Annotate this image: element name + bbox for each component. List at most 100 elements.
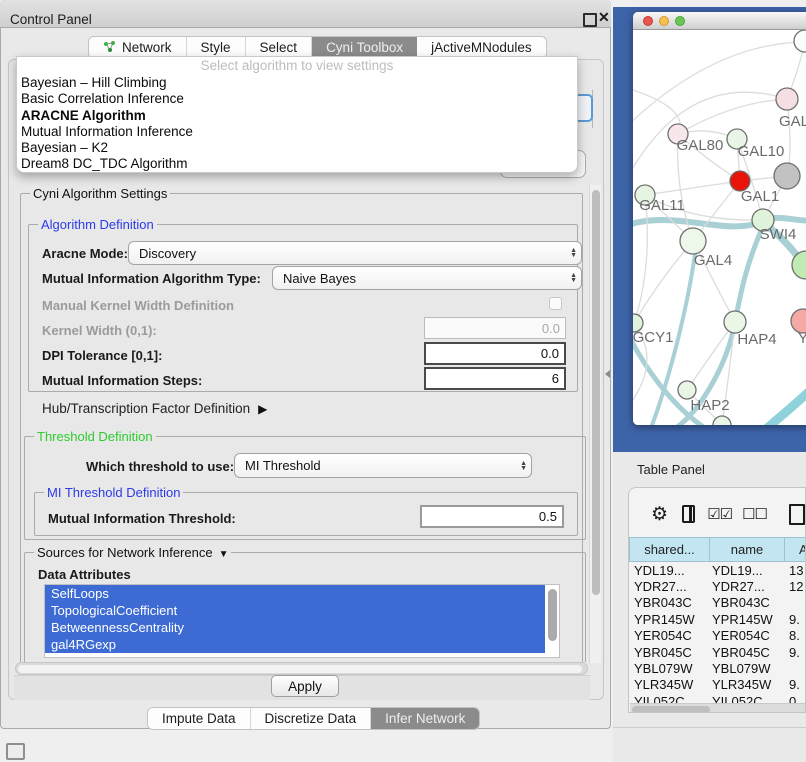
mi-algorithm-type-select[interactable]: Naive Bayes ▲▼ xyxy=(272,266,582,290)
table-horizontal-scrollbar[interactable] xyxy=(630,703,806,713)
tab-impute-data[interactable]: Impute Data xyxy=(148,708,251,729)
window-zoom-traffic-light[interactable] xyxy=(675,16,685,26)
tab-jactivemnodules[interactable]: jActiveMNodules xyxy=(417,37,546,58)
table-cell: YPR145W xyxy=(710,612,785,627)
table-cell: YBR045C xyxy=(710,645,785,660)
settings-vertical-scrollbar-thumb[interactable] xyxy=(592,190,600,595)
mi-threshold-label: Mutual Information Threshold: xyxy=(48,511,236,526)
table-panel-bottom-edge xyxy=(613,727,806,728)
network-node-label: Y xyxy=(798,330,806,347)
window-close-traffic-light[interactable] xyxy=(643,16,653,26)
table-row[interactable]: YLR345WYLR345W9. xyxy=(629,677,806,693)
tab-jactivemnodules-label: jActiveMNodules xyxy=(431,40,532,55)
settings-horizontal-scrollbar-thumb[interactable] xyxy=(18,665,582,673)
table-rows[interactable]: YDL19...YDL19...13YDR27...YDR27...12YBR0… xyxy=(629,562,806,703)
mi-threshold-field[interactable]: 0.5 xyxy=(420,505,564,528)
network-edge[interactable] xyxy=(633,92,787,178)
network-edge[interactable] xyxy=(633,42,803,126)
close-icon[interactable]: ✕ xyxy=(598,9,610,26)
table-panel-title: Table Panel xyxy=(637,462,705,477)
table-row[interactable]: YPR145WYPR145W9. xyxy=(629,611,806,627)
algorithm-option[interactable]: Basic Correlation Inference xyxy=(17,91,577,107)
deselect-all-checkboxes-icon[interactable]: ☐☐ xyxy=(742,505,767,523)
column-header-shared[interactable]: shared... xyxy=(629,537,710,562)
attribute-item[interactable]: gal4RGexp xyxy=(45,636,545,653)
table-cell: YBL079W xyxy=(710,661,785,676)
attribute-list[interactable]: SelfLoopsTopologicalCoefficientBetweenne… xyxy=(44,584,560,658)
table-cell: YBR045C xyxy=(629,645,710,660)
network-node-label: HAP2 xyxy=(690,397,729,414)
gear-icon[interactable]: ⚙ xyxy=(651,503,668,526)
cyni-mode-tabs: Impute Data Discretize Data Infer Networ… xyxy=(147,707,480,730)
table-row[interactable]: YIL052CYIL052C0. xyxy=(629,693,806,703)
attribute-item[interactable]: SelfLoops xyxy=(45,585,545,602)
network-node[interactable] xyxy=(680,228,706,254)
tab-style[interactable]: Style xyxy=(187,37,246,58)
table-row[interactable]: YBR045CYBR045C9. xyxy=(629,644,806,660)
table-cell: YER054C xyxy=(710,628,785,643)
network-node[interactable] xyxy=(724,311,746,333)
tab-discretize-data[interactable]: Discretize Data xyxy=(251,708,372,729)
attribute-item[interactable]: TopologicalCoefficient xyxy=(45,602,545,619)
apply-button[interactable]: Apply xyxy=(271,675,339,697)
window-minimize-traffic-light[interactable] xyxy=(659,16,669,26)
manual-kernel-width-checkbox[interactable] xyxy=(549,297,562,310)
table-row[interactable]: YER054CYER054C8. xyxy=(629,628,806,644)
tab-network[interactable]: Network xyxy=(89,37,187,58)
hub-tf-definition-toggle[interactable]: Hub/Transcription Factor Definition▶ xyxy=(42,401,267,416)
aracne-mode-value: Discovery xyxy=(139,246,196,261)
mi-steps-field[interactable]: 6 xyxy=(424,367,566,390)
network-node[interactable] xyxy=(713,416,731,425)
network-edge[interactable] xyxy=(645,181,740,195)
column-layout-icon[interactable] xyxy=(682,505,695,523)
mi-steps-label: Mutual Information Steps: xyxy=(42,373,202,388)
column-header-name[interactable]: name xyxy=(710,537,785,562)
algorithm-option[interactable]: Mutual Information Inference xyxy=(17,124,577,140)
attribute-list-scrollbar[interactable] xyxy=(548,589,557,641)
network-edge[interactable] xyxy=(743,382,806,425)
tab-select[interactable]: Select xyxy=(246,37,313,58)
table-row[interactable]: YBR043CYBR043C xyxy=(629,595,806,611)
expanded-arrow-icon: ▼ xyxy=(219,549,229,560)
aracne-mode-select[interactable]: Discovery ▲▼ xyxy=(128,241,582,265)
float-window-icon[interactable] xyxy=(583,13,597,27)
column-header-clipped[interactable]: A xyxy=(785,537,806,562)
collapsed-panel-icon[interactable] xyxy=(6,743,25,760)
table-cell: 13 xyxy=(785,563,806,578)
document-icon[interactable] xyxy=(789,504,805,525)
table-row[interactable]: YDR27...YDR27...12 xyxy=(629,578,806,594)
table-cell: YLR345W xyxy=(710,677,785,692)
tab-cyni-toolbox[interactable]: Cyni Toolbox xyxy=(312,37,417,58)
table-horizontal-scrollbar-thumb[interactable] xyxy=(632,706,710,714)
algorithm-option[interactable]: ARACNE Algorithm xyxy=(17,108,577,124)
network-node[interactable] xyxy=(794,30,806,52)
which-threshold-select[interactable]: MI Threshold ▲▼ xyxy=(234,453,532,478)
algorithm-option[interactable]: Bayesian – K2 xyxy=(17,140,577,156)
network-view-window[interactable]: GAL7GAL80GAL10GAL1GAL11SWI4GAL4GCY1HAP4Y… xyxy=(633,12,806,425)
select-all-checkboxes-icon[interactable]: ☑☑ xyxy=(707,505,732,523)
tab-discretize-data-label: Discretize Data xyxy=(265,711,357,726)
sources-group-title[interactable]: Sources for Network Inference ▼ xyxy=(34,545,231,560)
algorithm-option[interactable]: Bayesian – Hill Climbing xyxy=(17,75,577,91)
stepper-arrows-icon: ▲▼ xyxy=(570,273,577,283)
panel-splitter-arrow-icon[interactable] xyxy=(605,370,610,378)
table-row[interactable]: YDL19...YDL19...13 xyxy=(629,562,806,578)
collapsed-arrow-icon: ▶ xyxy=(258,402,267,416)
dpi-tolerance-field[interactable]: 0.0 xyxy=(424,342,566,365)
network-node[interactable] xyxy=(774,163,800,189)
network-canvas-container[interactable]: GAL7GAL80GAL10GAL1GAL11SWI4GAL4GCY1HAP4Y… xyxy=(633,30,806,425)
sources-group-title-label: Sources for Network Inference xyxy=(37,545,213,560)
network-node[interactable] xyxy=(776,88,798,110)
tab-infer-network[interactable]: Infer Network xyxy=(371,708,479,729)
settings-horizontal-scrollbar[interactable] xyxy=(15,662,588,675)
network-node-label: GAL1 xyxy=(741,188,779,205)
settings-vertical-scrollbar[interactable] xyxy=(589,185,601,663)
table-cell: YER054C xyxy=(629,628,710,643)
attribute-item[interactable]: BetweennessCentrality xyxy=(45,619,545,636)
table-row[interactable]: YBL079WYBL079W xyxy=(629,660,806,676)
algorithm-option[interactable]: Dream8 DC_TDC Algorithm xyxy=(17,156,577,172)
dpi-tolerance-label: DPI Tolerance [0,1]: xyxy=(42,348,162,363)
stepper-arrows-icon: ▲▼ xyxy=(520,461,527,471)
network-window-titlebar[interactable] xyxy=(633,12,806,30)
kernel-width-field[interactable]: 0.0 xyxy=(424,317,566,339)
